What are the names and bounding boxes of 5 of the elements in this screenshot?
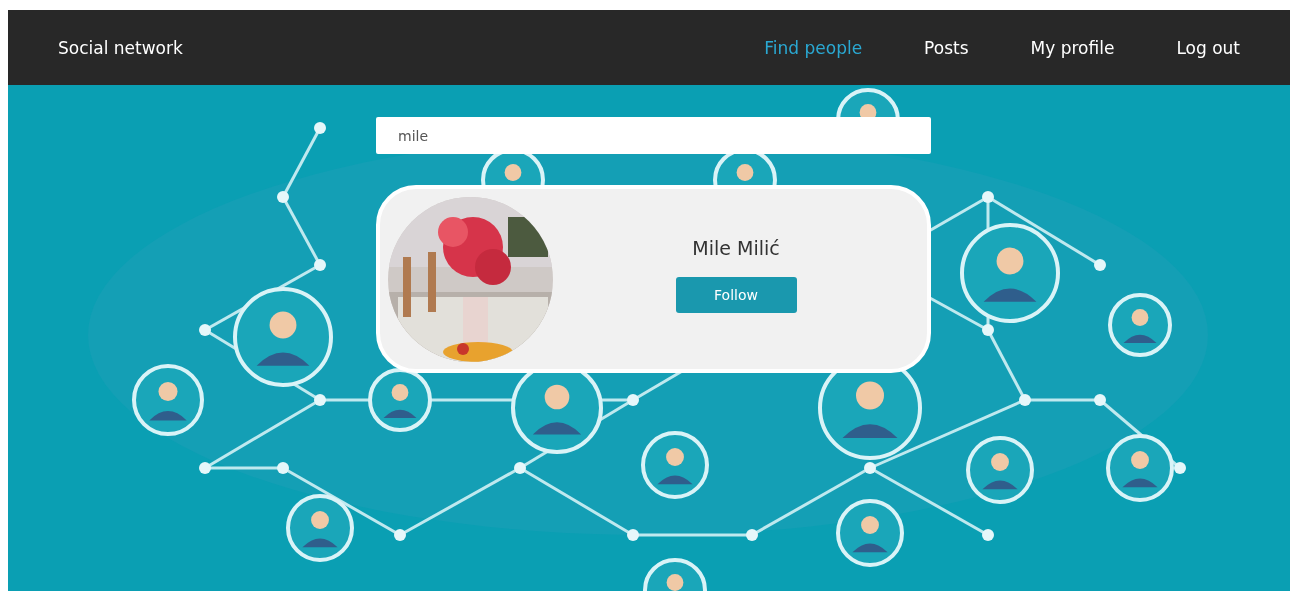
nav-link[interactable]: Log out	[1176, 37, 1240, 58]
nav-link[interactable]: Find people	[764, 37, 863, 58]
brand-title[interactable]: Social network	[58, 37, 183, 58]
nav-link[interactable]: My profile	[1030, 37, 1115, 58]
nav-link[interactable]: Posts	[924, 37, 969, 58]
